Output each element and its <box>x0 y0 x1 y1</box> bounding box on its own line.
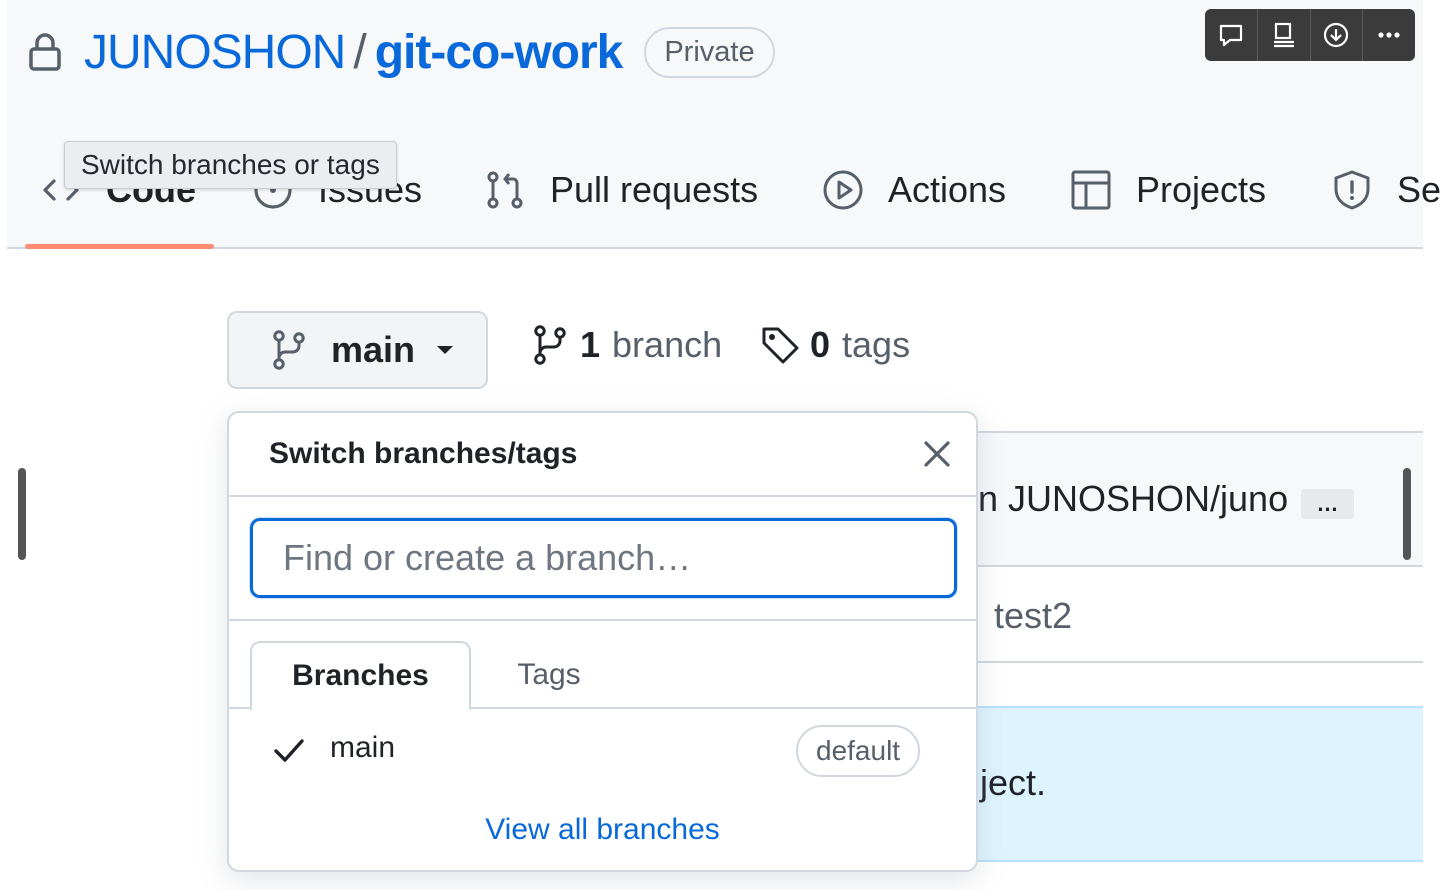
commit-expand-button[interactable]: … <box>1301 489 1354 519</box>
download-icon <box>1324 22 1349 48</box>
tag-count-word: tags <box>842 324 911 365</box>
scrollbar-right[interactable] <box>1403 468 1411 560</box>
tab-actions-label: Actions <box>888 169 1007 210</box>
lock-icon <box>29 33 61 71</box>
view-all-branches-link[interactable]: View all branches <box>229 813 976 847</box>
git-branch-icon <box>534 325 566 365</box>
dropdown-header: Switch branches/tags <box>229 413 976 497</box>
branch-item-main[interactable]: main default <box>229 711 976 791</box>
tab-projects-label: Projects <box>1136 169 1267 210</box>
tab-actions[interactable]: Actions <box>822 162 1006 218</box>
caret-down-icon <box>437 346 454 354</box>
readme-text: ject. <box>980 762 1047 803</box>
latest-commit-message[interactable]: n JUNOSHON/juno <box>978 478 1288 520</box>
check-icon <box>274 739 304 762</box>
current-branch-label: main <box>331 329 416 370</box>
comment-icon <box>1219 24 1242 47</box>
dropdown-search-section <box>229 497 976 621</box>
play-icon <box>823 170 863 210</box>
dropdown-tabs: Branches Tags <box>229 621 976 711</box>
tags-link[interactable]: 0 tags <box>760 324 910 366</box>
branch-dropdown: Switch branches/tags Branches Tags main … <box>227 411 978 872</box>
repo-title: JUNOSHON / git-co-work Private <box>28 24 775 80</box>
screen-icon <box>1273 22 1294 48</box>
tag-count-number: 0 <box>810 324 831 365</box>
file-name[interactable]: test2 <box>994 595 1072 637</box>
close-icon[interactable] <box>922 439 952 469</box>
tab-security-label: Se <box>1397 169 1440 210</box>
git-branch-icon <box>273 330 305 370</box>
repo-name-link[interactable]: git-co-work <box>375 25 624 80</box>
tab-tags[interactable]: Tags <box>479 641 619 709</box>
repo-owner-link[interactable]: JUNOSHON <box>84 25 346 80</box>
scrollbar-left[interactable] <box>18 468 26 560</box>
visibility-badge: Private <box>644 26 775 78</box>
tab-projects[interactable]: Projects <box>1070 162 1266 218</box>
shield-icon <box>1334 170 1370 210</box>
selected-tab-underline <box>25 244 214 249</box>
tab-branches[interactable]: Branches <box>250 641 471 711</box>
branches-link[interactable]: 1 branch <box>532 324 722 366</box>
tag-icon <box>762 327 799 364</box>
branch-tooltip: Switch branches or tags <box>64 141 397 189</box>
tab-pull-requests[interactable]: Pull requests <box>484 162 758 218</box>
tab-security[interactable]: Se <box>1331 162 1440 218</box>
download-button[interactable] <box>1311 9 1364 61</box>
comment-button[interactable] <box>1205 9 1258 61</box>
branch-select-button[interactable]: main <box>227 311 488 389</box>
repo-separator: / <box>353 25 367 79</box>
more-icon <box>1378 32 1400 38</box>
branch-search-input[interactable] <box>250 518 957 598</box>
branch-count-number: 1 <box>580 324 601 365</box>
branch-item-label: main <box>330 731 396 764</box>
pull-request-icon <box>487 171 523 209</box>
more-button[interactable] <box>1363 9 1415 61</box>
screen-button[interactable] <box>1258 9 1311 61</box>
dropdown-title: Switch branches/tags <box>269 437 578 470</box>
screenshot-toolbar <box>1205 9 1415 61</box>
branch-count-word: branch <box>612 324 723 365</box>
tab-pull-requests-label: Pull requests <box>550 169 759 210</box>
default-badge: default <box>796 725 921 777</box>
table-icon <box>1071 170 1111 210</box>
